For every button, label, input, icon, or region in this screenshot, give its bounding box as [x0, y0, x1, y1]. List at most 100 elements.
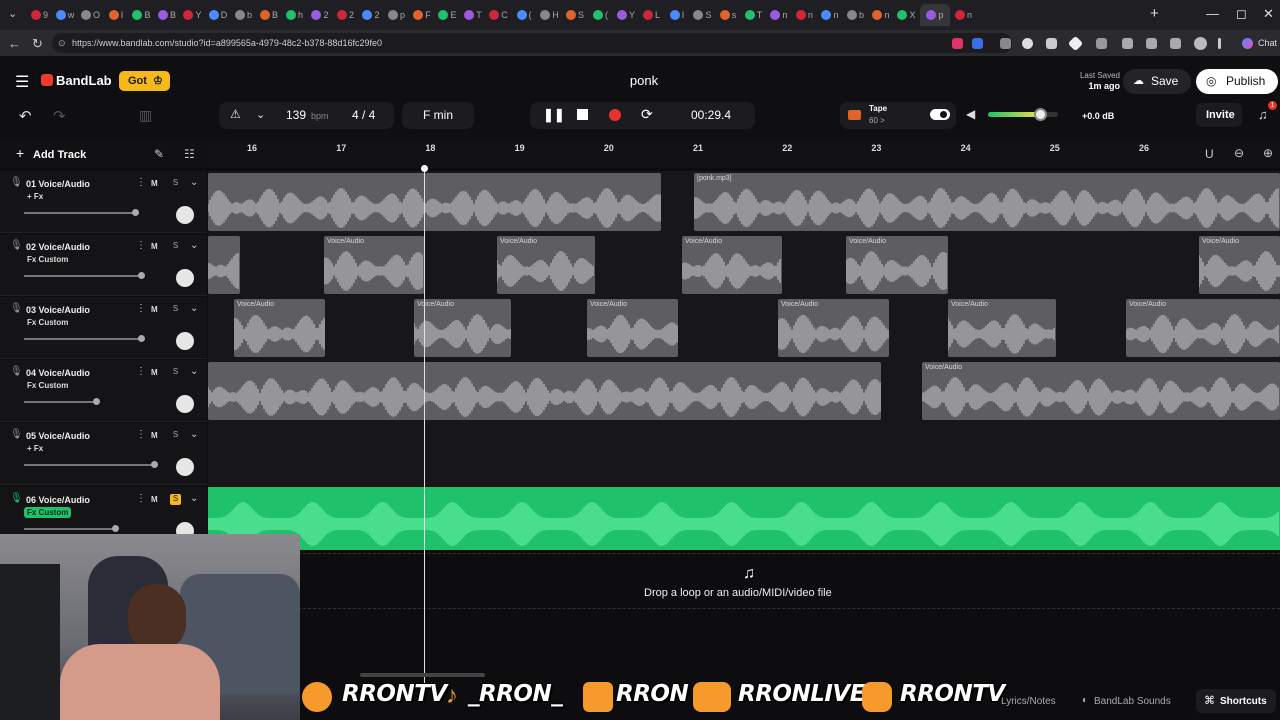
url-field[interactable]: ⊙ https://www.bandlab.com/studio?id=a899… — [52, 33, 1012, 53]
track-pan-knob[interactable] — [176, 458, 194, 476]
track-name[interactable]: 03 Voice/Audio — [26, 305, 90, 315]
track-name[interactable]: 06 Voice/Audio — [26, 495, 90, 505]
pause-icon[interactable]: ❚❚ — [543, 107, 565, 123]
minimize-icon[interactable]: — — [1206, 6, 1219, 21]
audio-clip[interactable]: Voice/Audio — [846, 236, 948, 294]
track-options-icon[interactable]: ⋮ — [136, 429, 146, 440]
browser-tab[interactable]: n — [818, 4, 842, 26]
mute-button[interactable]: M — [151, 242, 158, 251]
browser-tab[interactable]: n — [767, 4, 791, 26]
extension-icon[interactable] — [1022, 38, 1033, 49]
extension-icon[interactable] — [972, 38, 983, 49]
browser-tab[interactable]: E — [436, 4, 460, 26]
audio-clip[interactable]: Voice/Audio — [324, 236, 424, 294]
browser-tab[interactable]: n — [952, 4, 976, 26]
tempo-value[interactable]: 139 — [286, 108, 306, 122]
bandlab-logo-icon[interactable] — [41, 74, 53, 86]
tab-list-icon[interactable]: ⌄ — [8, 7, 17, 20]
zoom-in-icon[interactable]: ⊕ — [1263, 146, 1273, 160]
extension-icon[interactable] — [1122, 38, 1133, 49]
track-options-icon[interactable]: ⋮ — [136, 240, 146, 251]
track-options-icon[interactable]: ⋮ — [136, 366, 146, 377]
track-lane[interactable] — [208, 423, 1280, 486]
audio-clip[interactable]: [ponk.mp3] — [694, 173, 1280, 231]
metronome-icon[interactable]: ⚠ — [230, 107, 241, 121]
browser-tab[interactable]: 2 — [308, 4, 332, 26]
master-volume-slider[interactable] — [988, 112, 1058, 117]
browser-tab[interactable]: X — [895, 4, 919, 26]
close-window-icon[interactable]: ✕ — [1263, 6, 1274, 22]
extension-icon[interactable] — [1046, 38, 1057, 49]
browser-tab[interactable]: S — [691, 4, 715, 26]
track-options-icon[interactable]: ⋮ — [136, 493, 146, 504]
browser-tab[interactable]: C — [487, 4, 511, 26]
browser-tab[interactable]: T — [461, 4, 485, 26]
audio-clip[interactable]: Voice/Audio — [948, 299, 1056, 357]
solo-button[interactable]: S — [170, 430, 181, 441]
publish-button[interactable]: ◎ Publish — [1196, 69, 1278, 94]
track-fx-button[interactable]: + Fx — [24, 191, 46, 202]
solo-button[interactable]: S — [170, 241, 181, 252]
browser-tab[interactable]: s — [716, 4, 740, 26]
track-volume-slider[interactable] — [24, 212, 135, 214]
track-volume-knob[interactable] — [132, 209, 139, 216]
browser-tab[interactable]: w — [53, 4, 77, 26]
bandlab-logo[interactable]: BandLab — [56, 73, 112, 88]
track-volume-slider[interactable] — [24, 275, 141, 277]
track-options-icon[interactable]: ⋮ — [136, 303, 146, 314]
mute-button[interactable]: M — [151, 305, 158, 314]
undo-icon[interactable]: ↶ — [19, 107, 32, 125]
track-volume-slider[interactable] — [24, 338, 141, 340]
timeline-ruler[interactable] — [208, 140, 1280, 168]
back-icon[interactable]: ← — [8, 36, 21, 51]
download-icon[interactable] — [1170, 38, 1181, 49]
save-button[interactable]: ☁ Save — [1123, 69, 1191, 94]
new-tab-button[interactable]: + — [1150, 5, 1159, 22]
solo-button[interactable]: S — [170, 494, 181, 505]
audio-clip[interactable]: Voice/Audio — [497, 236, 595, 294]
track-volume-slider[interactable] — [24, 401, 96, 403]
track-header[interactable]: 🎙 04 Voice/Audio Fx Custom ⋮ M S ⌄ — [0, 360, 207, 422]
add-track-button[interactable]: + Add Track — [10, 145, 90, 165]
track-name[interactable]: 01 Voice/Audio — [26, 179, 90, 189]
extension-icon[interactable] — [1096, 38, 1107, 49]
metronome-dropdown-icon[interactable]: ⌄ — [256, 108, 265, 121]
audio-clip[interactable] — [208, 236, 240, 294]
mute-button[interactable]: M — [151, 179, 158, 188]
snap-magnet-icon[interactable]: U — [1205, 147, 1214, 161]
got-button[interactable]: Got ♔ — [119, 71, 170, 91]
wrench-icon[interactable]: ✎ — [154, 147, 164, 161]
track-expand-icon[interactable]: ⌄ — [190, 177, 198, 188]
track-header[interactable]: 🎙 01 Voice/Audio + Fx ⋮ M S ⌄ — [0, 171, 207, 233]
zoom-out-icon[interactable]: ⊖ — [1234, 146, 1244, 160]
audio-clip[interactable]: Voice/Audio — [587, 299, 678, 357]
mute-button[interactable]: M — [151, 495, 158, 504]
notification-bell-icon[interactable]: ♫ — [1258, 107, 1268, 122]
profile-avatar[interactable] — [1194, 37, 1207, 50]
audio-clip[interactable]: Voice/Audio — [1199, 236, 1280, 294]
track-name[interactable]: 05 Voice/Audio — [26, 431, 90, 441]
browser-tab[interactable]: n — [793, 4, 817, 26]
record-icon[interactable] — [609, 109, 621, 121]
browser-tab[interactable]: n — [869, 4, 893, 26]
stop-icon[interactable] — [577, 109, 588, 120]
track-expand-icon[interactable]: ⌄ — [190, 429, 198, 440]
project-title[interactable]: ponk — [600, 73, 688, 88]
audio-clip[interactable] — [208, 173, 661, 231]
track-options-icon[interactable]: ⋮ — [136, 177, 146, 188]
audio-clip[interactable]: Voice/Audio — [1126, 299, 1280, 357]
site-info-icon[interactable]: ⊙ — [58, 33, 66, 53]
track-header[interactable]: 🎙 03 Voice/Audio Fx Custom ⋮ M S ⌄ — [0, 297, 207, 359]
track-expand-icon[interactable]: ⌄ — [190, 303, 198, 314]
redo-icon[interactable]: ↷ — [53, 107, 66, 125]
audio-clip[interactable]: Voice/Audio — [234, 299, 325, 357]
extension-icon[interactable] — [1146, 38, 1157, 49]
browser-tab[interactable]: 2 — [334, 4, 358, 26]
track-fx-button[interactable]: Fx Custom — [24, 380, 71, 391]
invite-button[interactable]: Invite — [1196, 103, 1242, 127]
browser-tab[interactable]: Y — [614, 4, 638, 26]
track-expand-icon[interactable]: ⌄ — [190, 493, 198, 504]
track-settings-icon[interactable]: ☷ — [184, 147, 195, 161]
track-volume-knob[interactable] — [138, 335, 145, 342]
browser-tab[interactable]: F — [410, 4, 434, 26]
